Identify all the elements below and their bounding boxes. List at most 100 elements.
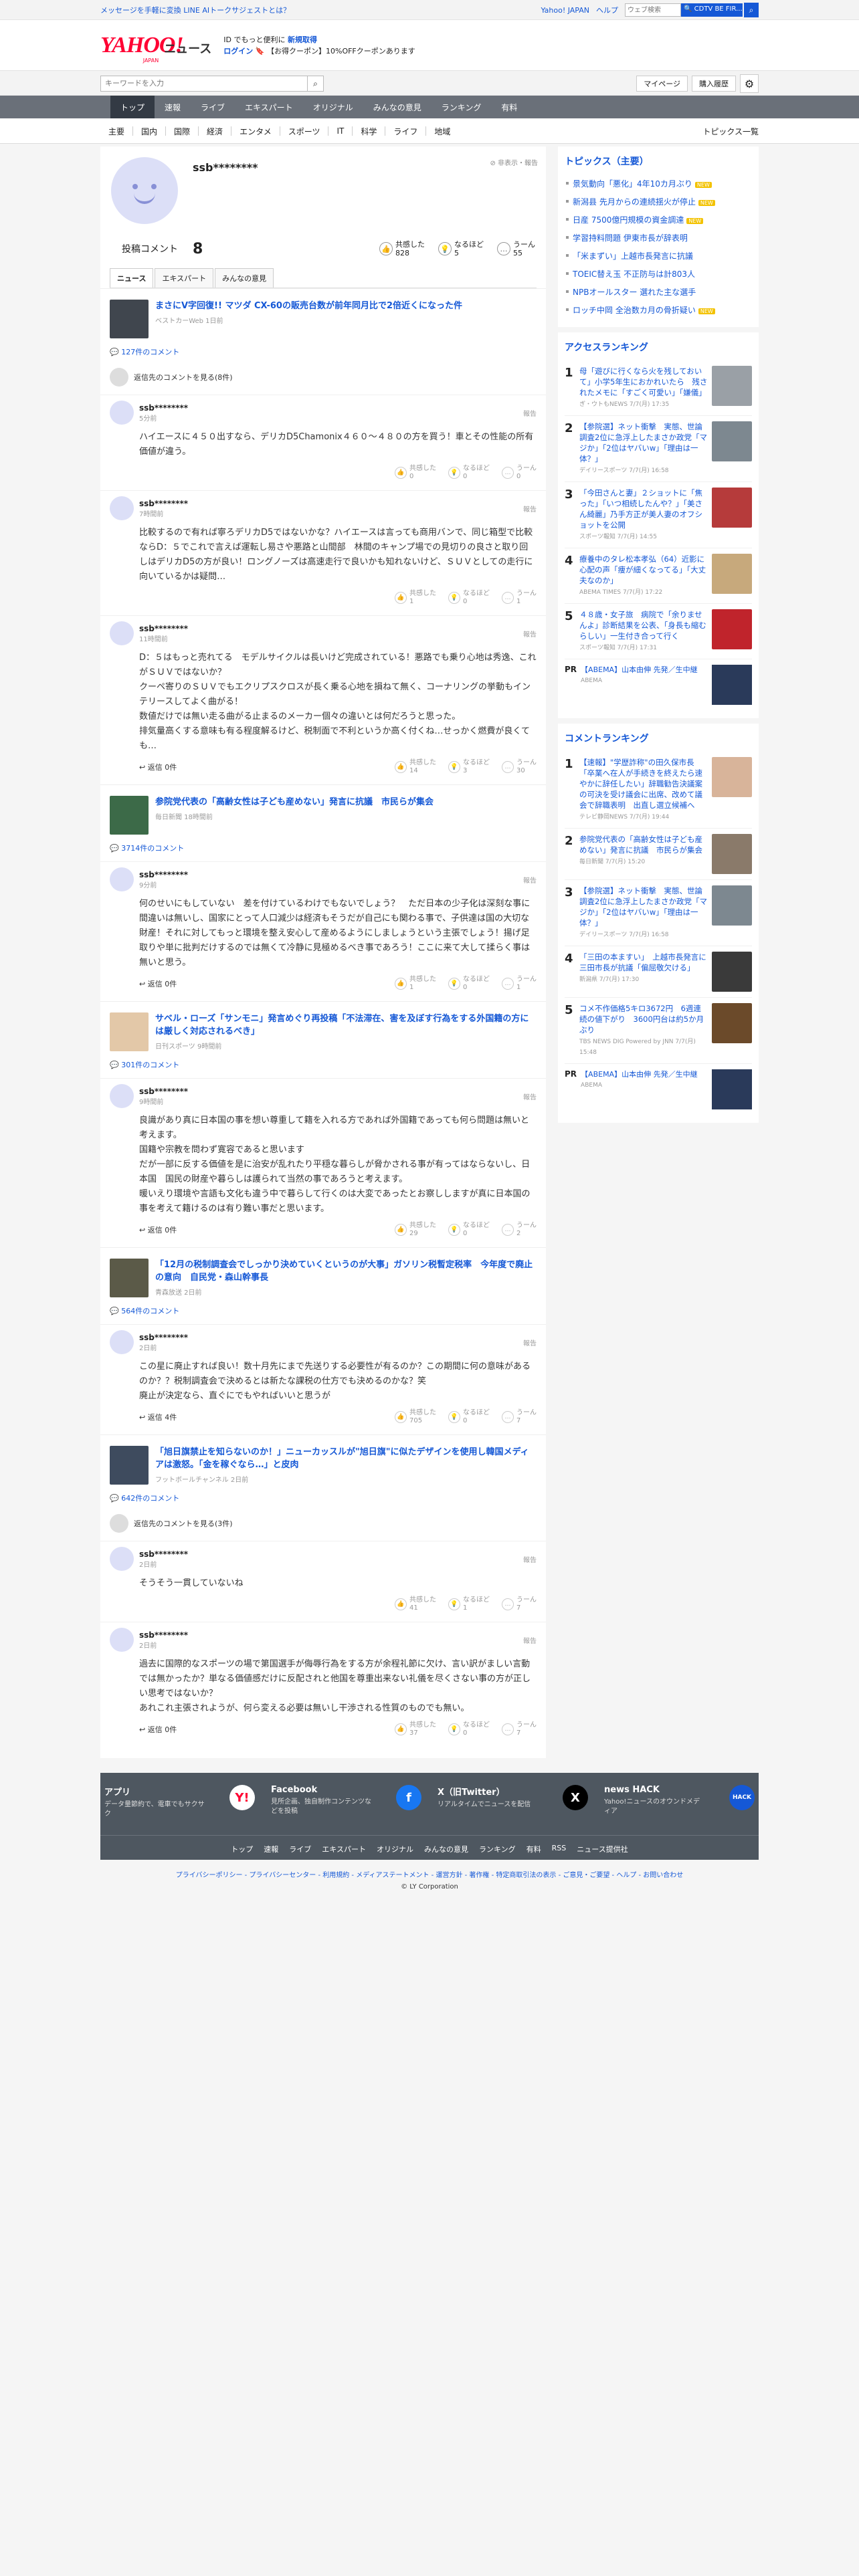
hmm-button[interactable]: … うーん 0 xyxy=(502,465,537,481)
snav-sports[interactable]: スポーツ xyxy=(280,126,328,137)
comment-count-link[interactable]: 💬 301件のコメント xyxy=(100,1057,546,1078)
snav-domestic[interactable]: 国内 xyxy=(133,126,165,137)
report-link[interactable]: 報告 xyxy=(523,1635,537,1645)
report-link[interactable]: 報告 xyxy=(523,875,537,885)
search-icon[interactable]: ⌕ xyxy=(308,76,324,92)
article-thumbnail[interactable] xyxy=(110,300,149,338)
topics-list-link[interactable]: トピックス一覧 xyxy=(702,126,759,137)
report-link[interactable]: 報告 xyxy=(523,1337,537,1348)
article-title[interactable]: 「旭日旗禁止を知らないのか！」ニューカッスルが"旭日旗"に似たデザインを使用し韓… xyxy=(155,1446,537,1471)
ranking-item[interactable]: 1 【速報】"学歴詐称"の田久保市長「卒業へ在人が手続きを終えたら速やかに辞任した… xyxy=(565,752,752,829)
article-thumbnail[interactable] xyxy=(110,796,149,835)
keyword-search-input[interactable] xyxy=(100,76,308,92)
report-link[interactable]: 報告 xyxy=(523,408,537,418)
tab-opinion[interactable]: みんなの意見 xyxy=(215,268,274,288)
pr-item[interactable]: PR 【ABEMA】山本由伸 先発／生中継 ABEMA xyxy=(565,659,752,710)
mypage-button[interactable]: マイページ xyxy=(636,76,688,92)
hide-report-link[interactable]: ⊘ 非表示・報告 xyxy=(490,157,538,167)
article-card[interactable]: 「12月の税制調査会でしっかり決めていくというのが大事」ガソリン税暫定税率 今年… xyxy=(100,1247,546,1303)
hmm-button[interactable]: … うーん 1 xyxy=(502,976,537,992)
parent-comment-toggle[interactable]: 返信先のコメントを見る(3件) xyxy=(100,1511,546,1541)
snav-entertainment[interactable]: エンタメ xyxy=(231,126,280,137)
reply-button[interactable]: ↩ 返信 0件 xyxy=(139,1724,177,1735)
tab-expert[interactable]: エキスパート xyxy=(155,268,214,288)
agree-button[interactable]: 👍 共感した 41 xyxy=(395,1596,436,1612)
gnav-original[interactable]: オリジナル xyxy=(303,96,363,118)
pr-item[interactable]: PR 【ABEMA】山本由伸 先発／生中継 ABEMA xyxy=(565,1064,752,1115)
topic-item[interactable]: 学習持料問題 伊東市長が辞表明 xyxy=(565,229,752,247)
snav-science[interactable]: 科学 xyxy=(353,126,385,137)
hmm-button[interactable]: … うーん 2 xyxy=(502,1222,537,1238)
report-link[interactable]: 報告 xyxy=(523,629,537,639)
insight-button[interactable]: 💡 なるほど 3 xyxy=(448,759,490,775)
comment-count-link[interactable]: 💬 564件のコメント xyxy=(100,1303,546,1324)
insight-button[interactable]: 💡 なるほど 0 xyxy=(448,590,490,606)
footer-link[interactable]: エキスパート xyxy=(322,1844,366,1854)
footer-link[interactable]: オリジナル xyxy=(377,1844,413,1854)
comment-count-link[interactable]: 💬 3714件のコメント xyxy=(100,840,546,861)
agree-button[interactable]: 👍 共感した 1 xyxy=(395,590,436,606)
footer-link[interactable]: ライブ xyxy=(289,1844,311,1854)
agree-button[interactable]: 👍 共感した 14 xyxy=(395,759,436,775)
comment-count-link[interactable]: 💬 127件のコメント xyxy=(100,344,546,365)
snav-main[interactable]: 主要 xyxy=(100,126,132,137)
topic-item[interactable]: NPBオールスター 選れた主な選手 xyxy=(565,283,752,301)
insight-button[interactable]: 💡 なるほど 0 xyxy=(448,465,490,481)
help-link[interactable]: ヘルプ xyxy=(596,5,618,15)
footer-x-card[interactable]: X（旧Twitter） リアルタイムでニュースを配信 X xyxy=(434,1785,592,1819)
article-thumbnail[interactable] xyxy=(110,1259,149,1297)
agree-button[interactable]: 👍 共感した 705 xyxy=(395,1409,436,1425)
gnav-expert[interactable]: エキスパート xyxy=(235,96,303,118)
footer-app-card[interactable]: アプリ データ量節約で、電車でもサクサク Y! xyxy=(100,1785,259,1819)
search-suggest[interactable]: 🔍 CDTV BE FIR... xyxy=(681,3,743,17)
hmm-button[interactable]: … うーん 7 xyxy=(502,1409,537,1425)
hmm-button[interactable]: … うーん 7 xyxy=(502,1596,537,1612)
hmm-button[interactable]: … うーん 1 xyxy=(502,590,537,606)
report-link[interactable]: 報告 xyxy=(523,1554,537,1564)
parent-comment-toggle[interactable]: 返信先のコメントを見る(8件) xyxy=(100,365,546,395)
insight-button[interactable]: 💡 なるほど 1 xyxy=(448,1596,490,1612)
ranking-item[interactable]: 4 療養中のタレ松本孝弘（64）近影に心配の声「痩が細くなってる」「大丈夫なのか」… xyxy=(565,548,752,604)
topbar-message[interactable]: メッセージを手軽に変換 LINE AIトークサジェストとは？ xyxy=(100,5,290,15)
gnav-ranking[interactable]: ランキング xyxy=(432,96,492,118)
agree-button[interactable]: 👍 共感した 1 xyxy=(395,976,436,992)
register-link[interactable]: 新規取得 xyxy=(288,35,317,44)
insight-button[interactable]: 💡 なるほど 0 xyxy=(448,976,490,992)
topic-item[interactable]: 景気動向「悪化」4年10カ月ぶり NEW xyxy=(565,175,752,193)
footer-link[interactable]: RSS xyxy=(552,1844,567,1854)
article-thumbnail[interactable] xyxy=(110,1012,149,1051)
article-card[interactable]: 「旭日旗禁止を知らないのか！」ニューカッスルが"旭日旗"に似たデザインを使用し韓… xyxy=(100,1434,546,1490)
footer-link[interactable]: みんなの意見 xyxy=(424,1844,468,1854)
legal-links[interactable]: プライバシーポリシー - プライバシーセンター - 利用規約 - メディアステー… xyxy=(0,1869,859,1879)
article-title[interactable]: サベル・ローズ「サンモニ」発言めぐり再投稿「不法滞在、害を及ぼす行為をする外国籍… xyxy=(155,1012,537,1038)
search-icon[interactable]: ⌕ xyxy=(744,3,759,17)
gnav-opinion[interactable]: みんなの意見 xyxy=(363,96,432,118)
topic-item[interactable]: TOEIC替え玉 不正防与は計803人 xyxy=(565,265,752,283)
gnav-top[interactable]: トップ xyxy=(110,96,155,118)
ranking-item[interactable]: 3 【参院選】ネット衝撃 実態、世論調査2位に急浮上したまさか政党「マジか」「2位… xyxy=(565,880,752,946)
web-search-input[interactable] xyxy=(625,3,681,17)
article-title[interactable]: 参院党代表の「高齢女性は子ども産めない」発言に抗議 市民らが集会 xyxy=(155,796,434,809)
report-link[interactable]: 報告 xyxy=(523,1091,537,1101)
reply-button[interactable]: ↩ 返信 0件 xyxy=(139,762,177,772)
insight-button[interactable]: 💡 なるほど 0 xyxy=(448,1409,490,1425)
login-link[interactable]: ログイン xyxy=(223,47,253,56)
article-title[interactable]: まさにV字回復!! マツダ CX-60の販売台数が前年同月比で2倍近くになった件 xyxy=(155,300,462,312)
footer-newshack-card[interactable]: news HACK Yahoo!ニュースのオウンドメディア HACK xyxy=(600,1785,759,1819)
article-card[interactable]: 参院党代表の「高齢女性は子ども産めない」発言に抗議 市民らが集会 毎日新聞 18時… xyxy=(100,784,546,840)
footer-facebook-card[interactable]: Facebook 見所企画、独自制作コンテンツなどを投稿 f xyxy=(267,1785,425,1819)
insight-button[interactable]: 💡 なるほど 0 xyxy=(448,1222,490,1238)
footer-link[interactable]: 有料 xyxy=(527,1844,541,1854)
ranking-item[interactable]: 1 母「遊びに行くなら火を残しておいて」小学5年生におかれいたら 残されたメモに「… xyxy=(565,360,752,416)
topic-item[interactable]: 「米まずい」上越市長発言に抗議 xyxy=(565,247,752,265)
snav-it[interactable]: IT xyxy=(328,126,352,136)
article-card[interactable]: サベル・ローズ「サンモニ」発言めぐり再投稿「不法滞在、害を及ぼす行為をする外国籍… xyxy=(100,1001,546,1057)
gear-icon[interactable]: ⚙ xyxy=(740,74,759,93)
agree-button[interactable]: 👍 共感した 0 xyxy=(395,465,436,481)
footer-link[interactable]: ニュース提供社 xyxy=(577,1844,628,1854)
footer-link[interactable]: トップ xyxy=(231,1844,253,1854)
topic-item[interactable]: ロッチ中岡 全治数カ月の骨折疑い NEW xyxy=(565,301,752,319)
article-title[interactable]: 「12月の税制調査会でしっかり決めていくというのが大事」ガソリン税暫定税率 今年… xyxy=(155,1259,537,1284)
purchase-history-button[interactable]: 購入履歴 xyxy=(692,76,736,92)
ranking-item[interactable]: 2 【参院選】ネット衝撃 実態、世論調査2位に急浮上したまさか政党「マジか」「2位… xyxy=(565,416,752,482)
